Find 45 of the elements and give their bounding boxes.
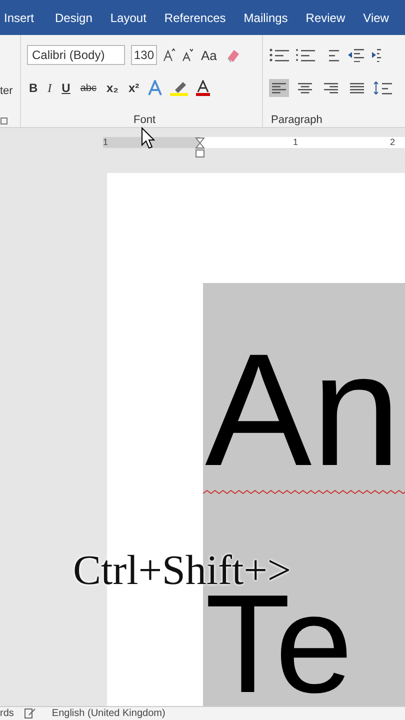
ruler[interactable]: 1 1 2 [103, 136, 405, 158]
align-icon[interactable] [298, 82, 312, 94]
increase-indent-icon[interactable] [371, 48, 381, 62]
bullets-icon[interactable] [269, 48, 289, 62]
ruler-number: 2 [390, 136, 396, 148]
text-effects-icon[interactable] [147, 80, 164, 96]
align-icon[interactable] [324, 82, 338, 94]
indent-marker-icon[interactable] [195, 136, 205, 158]
caption-overlay: Ctrl+Shift+> [73, 549, 292, 593]
align-icon[interactable] [272, 82, 286, 94]
decrease-indent-icon[interactable] [347, 48, 365, 62]
format-painter-label[interactable]: ter [0, 85, 20, 97]
format-button[interactable]: abc [78, 82, 98, 94]
ribbon-tab[interactable]: Insert [0, 10, 46, 24]
format-button[interactable]: U [60, 81, 72, 95]
font-color-icon[interactable] [195, 80, 212, 96]
align-icon[interactable] [350, 82, 364, 94]
highlighter-icon[interactable] [169, 80, 190, 96]
ribbon-tab[interactable]: Review [300, 10, 358, 24]
launcher-icon[interactable] [0, 117, 8, 125]
ribbon-tab[interactable]: Layout [104, 10, 158, 24]
ruler-number: 1 [293, 136, 298, 148]
ribbon-tab[interactable]: Design [49, 10, 104, 24]
document-text[interactable]: Te [205, 591, 353, 696]
format-button[interactable]: x₂ [104, 81, 120, 95]
numbering-icon[interactable] [295, 48, 315, 62]
document-text[interactable]: An [205, 350, 401, 470]
shrink-font-icon[interactable] [181, 48, 193, 62]
ribbon-tab[interactable]: Mailings [238, 10, 300, 24]
word-count[interactable]: rds [0, 708, 14, 719]
font-size-field[interactable]: 130 [131, 45, 157, 65]
ribbon-tab[interactable]: References [158, 10, 238, 24]
ribbon-tab[interactable]: View [357, 10, 401, 24]
change-case-button[interactable]: Aa [199, 48, 219, 62]
font-name-field[interactable]: Calibri (Body) [27, 45, 125, 65]
format-button[interactable]: I [46, 80, 54, 96]
proofing-icon[interactable] [24, 708, 36, 719]
group-label: Paragraph [271, 114, 322, 126]
group-label: Font [133, 114, 156, 126]
language-indicator[interactable]: English (United Kingdom) [52, 708, 166, 719]
align-left-button[interactable] [269, 79, 289, 97]
format-button[interactable]: B [27, 81, 40, 95]
grow-font-icon[interactable] [163, 48, 175, 62]
format-button[interactable]: x² [126, 81, 142, 95]
ruler-number: 1 [103, 136, 108, 148]
